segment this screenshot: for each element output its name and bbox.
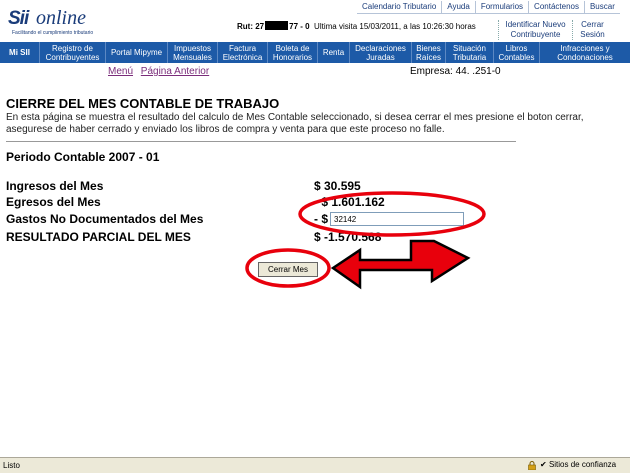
page-title: CIERRE DEL MES CONTABLE DE TRABAJO bbox=[6, 96, 280, 111]
menu-link[interactable]: Menú bbox=[108, 66, 133, 77]
account-links: Identificar Nuevo Contribuyente Cerrar S… bbox=[498, 20, 612, 40]
egresos-label: Egresos del Mes bbox=[6, 195, 101, 209]
status-text: Listo bbox=[3, 461, 20, 470]
toplink-ayuda[interactable]: Ayuda bbox=[441, 1, 475, 13]
empresa-label: Empresa: 44. .251-0 bbox=[410, 66, 501, 77]
divider bbox=[6, 141, 516, 142]
gastos-label: Gastos No Documentados del Mes bbox=[6, 212, 204, 226]
nav-portal-mipyme[interactable]: Portal Mipyme bbox=[106, 42, 168, 63]
security-zone: ✔ Sitios de confianza bbox=[540, 460, 617, 469]
nav-boleta-honorarios[interactable]: Boleta de Honorarios bbox=[268, 42, 318, 63]
nav-mi-sii[interactable]: Mi SII bbox=[0, 42, 40, 63]
nav-declaraciones-juradas[interactable]: Declaraciones Juradas bbox=[350, 42, 412, 63]
logo-sii-text: Sii bbox=[8, 8, 29, 29]
nav-situacion-tributaria[interactable]: Situación Tributaria bbox=[446, 42, 494, 63]
subnav: Menú Página Anterior bbox=[108, 66, 214, 77]
main-nav: Mi SII Registro de Contribuyentes Portal… bbox=[0, 42, 630, 63]
nav-libros-contables[interactable]: Libros Contables bbox=[494, 42, 540, 63]
toplink-buscar[interactable]: Buscar bbox=[583, 1, 620, 13]
nav-infracciones-condonaciones[interactable]: Infracciones y Condonaciones bbox=[540, 42, 630, 63]
redaction-bar bbox=[265, 21, 289, 30]
security-zone-label: Sitios de confianza bbox=[548, 460, 617, 469]
last-visit: Ultima visita 15/03/2011, a las 10:26:30… bbox=[314, 22, 476, 31]
annotation-arrow bbox=[330, 239, 471, 290]
lock-icon bbox=[528, 461, 536, 470]
header: Sii online Facilitando el cumplimiento t… bbox=[0, 0, 630, 42]
cerrar-mes-button[interactable]: Cerrar Mes bbox=[258, 262, 318, 277]
session-info: Rut: 27 77 - 0 Ultima visita 15/03/2011, … bbox=[237, 21, 476, 31]
page-description: En esta página se muestra el resultado d… bbox=[6, 112, 584, 135]
rut-label: Rut: 27 bbox=[237, 22, 265, 31]
logo-online-text: online bbox=[36, 7, 86, 29]
ingresos-label: Ingresos del Mes bbox=[6, 179, 104, 193]
resultado-value: $ -1.570.568 bbox=[314, 230, 382, 244]
toplink-contactenos[interactable]: Contáctenos bbox=[528, 1, 584, 13]
cerrar-sesion-link[interactable]: Cerrar Sesión bbox=[572, 20, 612, 40]
nav-bienes-raices[interactable]: Bienes Raíces bbox=[412, 42, 446, 63]
gastos-prefix: - $ bbox=[314, 212, 329, 226]
egresos-value: - $ 1.601.162 bbox=[314, 195, 385, 209]
toplink-calendario[interactable]: Calendario Tributario bbox=[357, 1, 441, 13]
nav-registro-contribuyentes[interactable]: Registro de Contribuyentes bbox=[40, 42, 106, 63]
nav-factura-electronica[interactable]: Factura Electrónica bbox=[218, 42, 268, 63]
top-links: Calendario Tributario Ayuda Formularios … bbox=[357, 1, 620, 14]
resultado-label: RESULTADO PARCIAL DEL MES bbox=[6, 230, 191, 244]
nav-renta[interactable]: Renta bbox=[318, 42, 350, 63]
pagina-anterior-link[interactable]: Página Anterior bbox=[141, 66, 209, 77]
ingresos-value: $ 30.595 bbox=[314, 179, 361, 193]
periodo-contable: Periodo Contable 2007 - 01 bbox=[6, 150, 160, 164]
logo-tagline: Facilitando el cumplimiento tributario bbox=[12, 30, 94, 36]
status-bar: Listo ✔ Sitios de confianza bbox=[0, 457, 630, 473]
rut-suffix: 77 - 0 bbox=[289, 22, 310, 31]
sii-online-logo[interactable]: Sii online Facilitando el cumplimiento t… bbox=[8, 7, 94, 38]
identificar-contribuyente-link[interactable]: Identificar Nuevo Contribuyente bbox=[498, 20, 572, 40]
nav-impuestos-mensuales[interactable]: Impuestos Mensuales bbox=[168, 42, 218, 63]
toplink-formularios[interactable]: Formularios bbox=[474, 1, 528, 13]
gastos-input[interactable] bbox=[330, 212, 464, 226]
